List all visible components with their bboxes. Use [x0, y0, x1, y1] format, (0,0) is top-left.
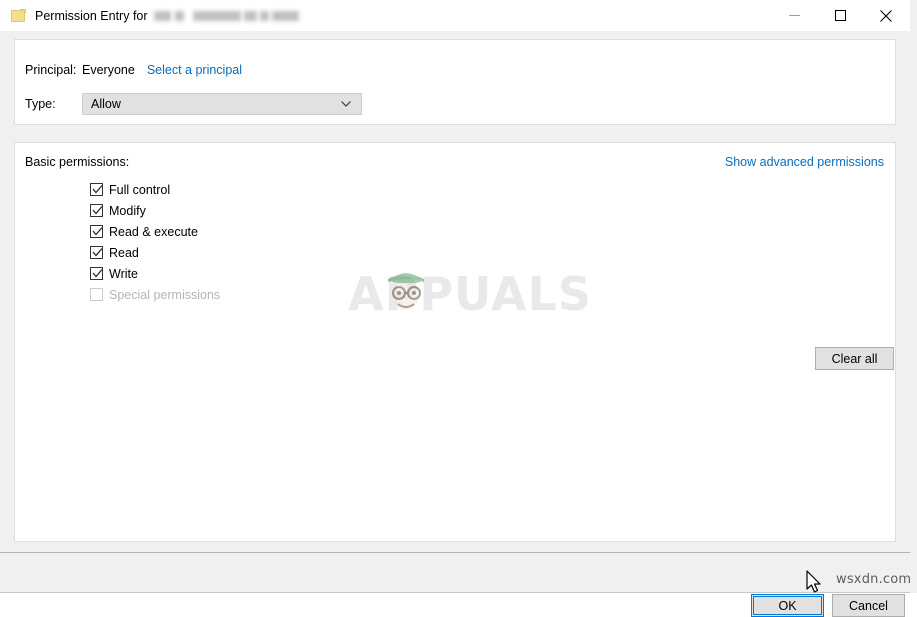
- permission-label: Read & execute: [109, 224, 198, 239]
- permission-label: Full control: [109, 182, 171, 197]
- footer-bar: [0, 553, 910, 593]
- select-a-principal-link[interactable]: Select a principal: [147, 63, 242, 77]
- permission-label: Write: [109, 266, 138, 281]
- principal-value: Everyone: [82, 63, 135, 77]
- permission-row: Special permissions: [90, 284, 220, 305]
- permission-row[interactable]: Write: [90, 263, 220, 284]
- permission-row[interactable]: Full control: [90, 179, 220, 200]
- permission-row[interactable]: Read: [90, 242, 220, 263]
- permission-label: Read: [109, 245, 139, 260]
- title-bar[interactable]: Permission Entry for: [0, 0, 910, 31]
- checkbox-checked-icon[interactable]: [90, 225, 103, 238]
- checkbox-unchecked-icon: [90, 288, 103, 301]
- window-controls: [771, 0, 909, 31]
- checkbox-checked-icon[interactable]: [90, 183, 103, 196]
- permission-entry-dialog: Permission Entry for Principal: Everyone…: [0, 0, 911, 617]
- window-title-redacted-path: [153, 10, 299, 23]
- cancel-button[interactable]: Cancel: [832, 594, 905, 617]
- type-label: Type:: [25, 97, 56, 111]
- basic-permissions-label: Basic permissions:: [25, 155, 130, 169]
- type-row: Type: Allow: [25, 93, 362, 115]
- background-window-right-edge: [909, 0, 917, 593]
- checkbox-checked-icon[interactable]: [90, 267, 103, 280]
- ok-button[interactable]: OK: [751, 594, 824, 617]
- permission-row[interactable]: Read & execute: [90, 221, 220, 242]
- principal-label: Principal:: [25, 63, 77, 77]
- checkbox-checked-icon[interactable]: [90, 204, 103, 217]
- principal-panel: Principal: Everyone Select a principal T…: [14, 39, 896, 125]
- close-icon[interactable]: [863, 0, 909, 31]
- basic-permissions-panel: Basic permissions: Show advanced permiss…: [14, 142, 896, 542]
- chevron-down-icon: [340, 98, 352, 113]
- dialog-body: Principal: Everyone Select a principal T…: [0, 31, 910, 617]
- principal-row: Principal: Everyone Select a principal: [25, 63, 242, 77]
- clear-all-button[interactable]: Clear all: [815, 347, 894, 370]
- window-title: Permission Entry for: [35, 8, 148, 23]
- type-dropdown-value: Allow: [91, 97, 121, 111]
- checkbox-checked-icon[interactable]: [90, 246, 103, 259]
- folder-icon: [11, 8, 26, 23]
- permission-label: Special permissions: [109, 287, 221, 302]
- type-dropdown[interactable]: Allow: [82, 93, 362, 115]
- permission-checkbox-list: Full control Modify Read & execute Read Writ…: [90, 179, 220, 305]
- permission-row[interactable]: Modify: [90, 200, 220, 221]
- minimize-icon[interactable]: [771, 0, 817, 31]
- maximize-icon[interactable]: [817, 0, 863, 31]
- show-advanced-permissions-link[interactable]: Show advanced permissions: [725, 155, 884, 169]
- permission-label: Modify: [109, 203, 146, 218]
